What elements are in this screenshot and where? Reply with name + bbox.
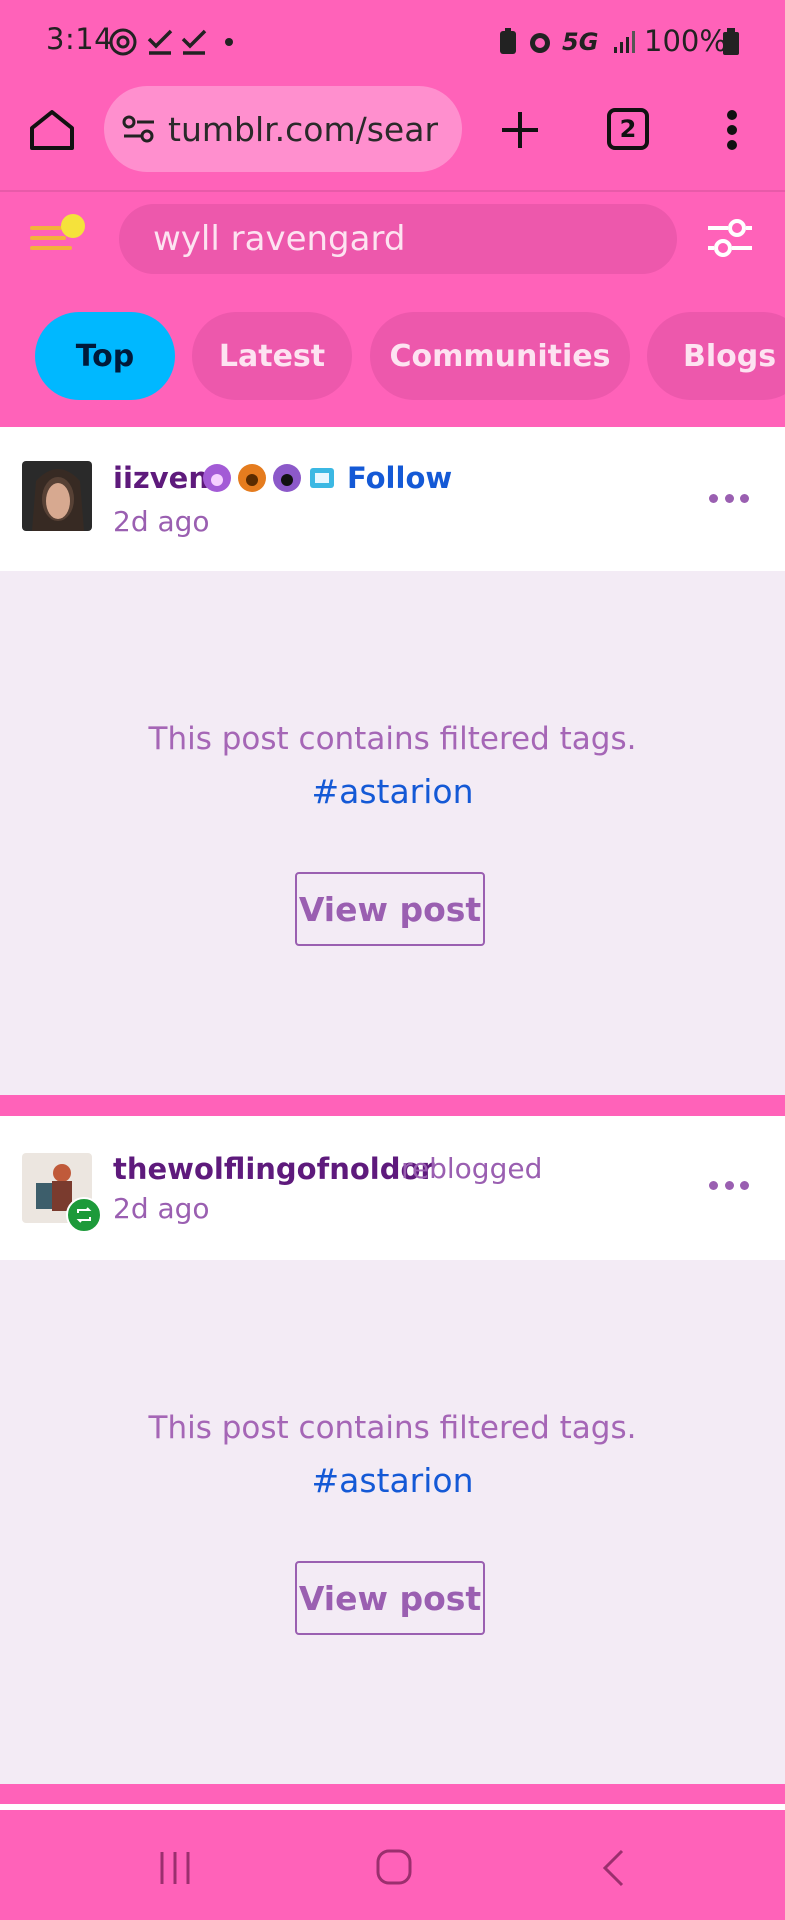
- next-post-edge: [0, 1804, 785, 1810]
- avatar[interactable]: [22, 461, 92, 531]
- badge-icon: [273, 464, 301, 492]
- tab-blogs[interactable]: Blogs: [647, 312, 785, 400]
- post-body: This post contains filtered tags. #astar…: [0, 1260, 785, 1784]
- post-tag[interactable]: #astarion: [0, 1461, 785, 1500]
- battery-percent: 100%: [644, 24, 727, 58]
- filtered-notice: This post contains filtered tags.: [148, 721, 637, 757]
- badges: [202, 463, 337, 493]
- view-post-button[interactable]: View post: [295, 1561, 485, 1635]
- search-input[interactable]: wyll ravengard: [119, 204, 677, 274]
- new-tab-icon[interactable]: [498, 108, 542, 156]
- recents-icon[interactable]: [158, 1850, 192, 1890]
- tab-top[interactable]: Top: [35, 312, 175, 400]
- badge-icon: [203, 464, 231, 492]
- site-settings-icon[interactable]: [122, 115, 156, 143]
- signal-icon: [612, 22, 638, 62]
- post-body: This post contains filtered tags. #astar…: [0, 571, 785, 1095]
- battery-saver-icon: [498, 22, 518, 62]
- battery-icon: [722, 22, 740, 62]
- network-type: 5G: [562, 28, 599, 56]
- alarm-icon: [526, 22, 554, 62]
- status-bar: 3:14 5G 100%: [0, 0, 785, 84]
- at-sign-icon: [108, 22, 138, 62]
- back-icon[interactable]: [600, 1848, 626, 1892]
- post-time: 2d ago: [113, 1192, 210, 1225]
- url-bar[interactable]: tumblr.com/search: [104, 86, 462, 172]
- system-nav-bar: [0, 1816, 785, 1920]
- tab-latest[interactable]: Latest: [192, 312, 352, 400]
- more-options-icon[interactable]: [709, 492, 749, 504]
- post-action: reblogged: [401, 1152, 543, 1185]
- status-time: 3:14: [46, 22, 114, 56]
- dot-icon: [224, 22, 234, 62]
- filter-settings-icon[interactable]: [706, 216, 754, 264]
- home-icon[interactable]: [28, 108, 76, 156]
- reblog-icon: [66, 1197, 102, 1233]
- badge-icon: [310, 468, 334, 488]
- tab-switcher-button[interactable]: 2: [607, 108, 649, 150]
- more-options-icon[interactable]: [709, 1179, 749, 1191]
- badge-icon: [238, 464, 266, 492]
- post-header: iizven Follow 2d ago: [0, 427, 785, 571]
- tumblr-menu-icon[interactable]: [30, 212, 90, 264]
- tab-communities[interactable]: Communities: [370, 312, 630, 400]
- checkmark-icon: [146, 22, 174, 62]
- post-username[interactable]: thewolflingofnoldor: [113, 1152, 435, 1186]
- checkmark-icon: [180, 22, 208, 62]
- post-username[interactable]: iizven: [113, 461, 209, 495]
- post-tag[interactable]: #astarion: [0, 772, 785, 811]
- filtered-notice: This post contains filtered tags.: [148, 1410, 637, 1446]
- home-nav-icon[interactable]: [375, 1848, 413, 1890]
- post-header: thewolflingofnoldor reblogged 2d ago: [0, 1116, 785, 1260]
- toolbar-divider: [0, 190, 785, 192]
- more-vert-icon[interactable]: [726, 110, 738, 154]
- search-query: wyll ravengard: [153, 219, 406, 259]
- url-text: tumblr.com/search: [168, 109, 438, 149]
- follow-button[interactable]: Follow: [347, 461, 452, 495]
- view-post-button[interactable]: View post: [295, 872, 485, 946]
- post-time: 2d ago: [113, 505, 210, 538]
